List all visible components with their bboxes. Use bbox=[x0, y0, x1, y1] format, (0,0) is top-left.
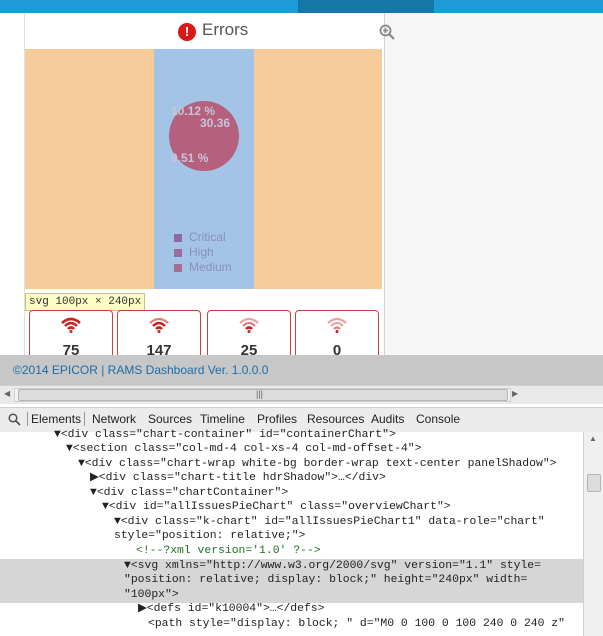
dom-node-line-selected[interactable]: "100px"> bbox=[124, 588, 179, 603]
scroll-left-icon[interactable]: ◀ bbox=[4, 389, 10, 398]
panel-title: Errors bbox=[202, 20, 249, 39]
elements-tree: ▼<div class="chart-container" id="contai… bbox=[0, 429, 583, 636]
count-cards: 75 147 25 0 bbox=[25, 309, 382, 360]
scrollbar-grip-icon: ||| bbox=[256, 389, 264, 399]
vertical-scrollbar[interactable]: ▲ bbox=[583, 432, 603, 636]
dom-node-line[interactable]: ▶<div class="chart-title hdrShadow">…</d… bbox=[90, 471, 386, 486]
page-footer: ©2014 EPICOR | RAMS Dashboard Ver. 1.0.0… bbox=[0, 355, 603, 385]
legend-item-high: High bbox=[174, 245, 232, 260]
error-alert-icon: ! bbox=[178, 23, 196, 41]
tab-console[interactable]: Console bbox=[416, 412, 460, 426]
horizontal-scrollbar[interactable]: ◀ ||| ▶ bbox=[0, 385, 603, 404]
dom-node-line[interactable]: ▼<section class="col-md-4 col-xs-4 col-m… bbox=[66, 442, 421, 457]
right-gutter bbox=[383, 13, 603, 355]
count-card-high[interactable]: 147 bbox=[117, 310, 201, 360]
legend-item-medium: Medium bbox=[174, 260, 232, 275]
zoom-in-icon[interactable] bbox=[379, 24, 395, 40]
legend-swatch bbox=[174, 248, 182, 257]
footer-text: ©2014 EPICOR | RAMS Dashboard Ver. 1.0.0… bbox=[13, 363, 269, 377]
left-gutter bbox=[0, 13, 24, 355]
chart-legend: Critical High Medium bbox=[174, 230, 232, 275]
top-nav-bar bbox=[0, 0, 603, 13]
dom-node-line[interactable]: ▼<div class="chartContainer"> bbox=[90, 486, 288, 501]
scrollbar-thumb[interactable] bbox=[587, 474, 601, 492]
dom-node-line[interactable]: ▼<div class="chart-wrap white-bg border-… bbox=[78, 457, 557, 472]
dom-node-line-selected[interactable]: "position: relative; display: block;" he… bbox=[124, 573, 527, 588]
count-card-critical[interactable]: 75 bbox=[29, 310, 113, 360]
dom-node-line[interactable]: ▼<div class="chart-container" id="contai… bbox=[54, 428, 396, 443]
count-card-medium[interactable]: 25 bbox=[207, 310, 291, 360]
dom-comment-line[interactable]: <!--?xml version='1.0' ?--> bbox=[136, 544, 321, 559]
pie-label-2: 30.36 bbox=[200, 116, 231, 130]
dom-node-line[interactable]: ▼<div id="allIssuesPieChart" class="over… bbox=[102, 500, 451, 515]
legend-swatch bbox=[174, 233, 182, 242]
dom-node-line[interactable]: ▼<div class="k-chart" id="allIssuesPieCh… bbox=[114, 515, 545, 530]
tab-resources[interactable]: Resources bbox=[307, 412, 364, 426]
wifi-signal-icon bbox=[61, 317, 81, 333]
tab-profiles[interactable]: Profiles bbox=[257, 412, 297, 426]
tab-network[interactable]: Network bbox=[92, 412, 136, 426]
dom-node-line[interactable]: style="position: relative;"> bbox=[114, 529, 305, 544]
panel-header: ! Errors bbox=[24, 13, 395, 47]
legend-label: Critical bbox=[189, 230, 226, 244]
wifi-signal-icon bbox=[327, 317, 347, 333]
legend-label: Medium bbox=[189, 260, 232, 274]
scroll-up-icon[interactable]: ▲ bbox=[589, 434, 597, 443]
legend-label: High bbox=[189, 245, 214, 259]
search-icon[interactable] bbox=[8, 413, 21, 426]
dom-node-line[interactable]: <path style="display: block; " d="M0 0 1… bbox=[148, 617, 565, 632]
count-card-low[interactable]: 0 bbox=[295, 310, 379, 360]
tab-timeline[interactable]: Timeline bbox=[200, 412, 245, 426]
legend-item-critical: Critical bbox=[174, 230, 232, 245]
wifi-signal-icon bbox=[149, 317, 169, 333]
tab-sources[interactable]: Sources bbox=[148, 412, 192, 426]
dom-node-line-selected[interactable]: ▼<svg xmlns="http://www.w3.org/2000/svg"… bbox=[124, 559, 541, 574]
dom-node-line[interactable]: ▶<defs id="k10004">…</defs> bbox=[138, 602, 324, 617]
tab-elements[interactable]: Elements bbox=[27, 412, 86, 426]
wifi-signal-icon bbox=[239, 317, 259, 333]
pie-label-3: 9.51 % bbox=[171, 151, 209, 165]
top-nav-active-segment[interactable] bbox=[298, 0, 434, 13]
scroll-right-icon[interactable]: ▶ bbox=[512, 389, 518, 398]
legend-swatch bbox=[174, 263, 182, 272]
tab-audits[interactable]: Audits bbox=[371, 412, 404, 426]
